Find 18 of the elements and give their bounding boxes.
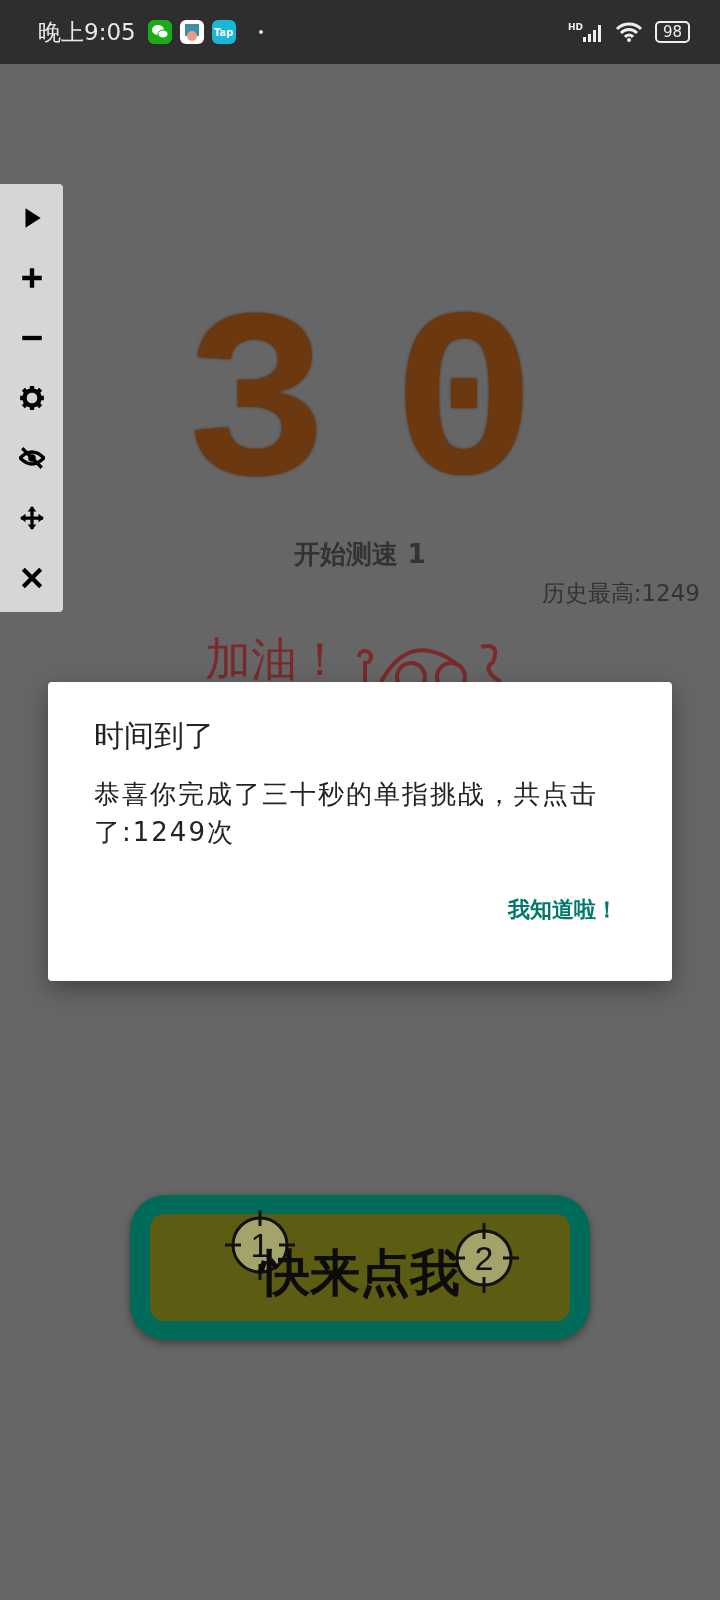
chat-app-icon <box>147 20 172 44</box>
confirm-button[interactable]: 我知道啦！ <box>508 891 618 929</box>
dialog-title: 时间到了 <box>94 717 215 755</box>
network-type: HD <box>567 22 583 32</box>
signal-icon <box>582 22 603 42</box>
wifi-icon <box>614 21 643 43</box>
timer-digit: 0 <box>392 289 537 529</box>
cheer-text: 加油！ <box>205 631 343 687</box>
dialog-message: 恭喜你完成了三十秒的单指挑战，共点击了:1249次 <box>94 778 599 849</box>
timer-digit: 3 <box>183 289 328 529</box>
battery-indicator: 98 <box>654 21 690 43</box>
notification-dot-icon <box>257 29 264 35</box>
status-time: 晚上9:05 <box>38 17 136 47</box>
tap-app-icon: Tap <box>211 20 236 44</box>
move-icon[interactable] <box>18 505 45 531</box>
settings-icon[interactable] <box>18 385 45 411</box>
app-icon <box>179 20 204 44</box>
hide-icon[interactable] <box>18 445 45 471</box>
